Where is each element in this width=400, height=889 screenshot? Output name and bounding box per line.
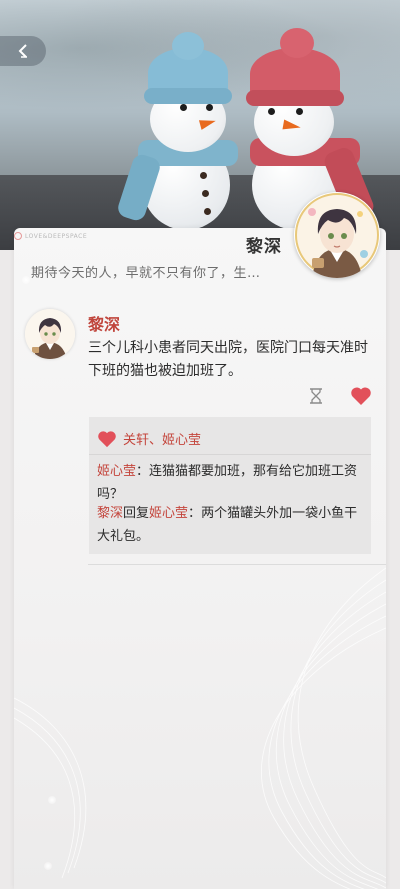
comment-username[interactable]: 姬心莹 xyxy=(97,464,136,479)
likers-divider xyxy=(89,454,371,455)
comment-separator: ： xyxy=(136,464,150,479)
profile-name: 黎深 xyxy=(246,237,282,257)
comment-item[interactable]: 黎深回复姬心莹：两个猫罐头外加一袋小鱼干大礼包。 xyxy=(97,502,367,548)
sparkle-decoration xyxy=(44,862,52,870)
brand-logo: LOVE&DEEPSPACE xyxy=(14,232,87,240)
likers-row: 关轩、姬心莹 xyxy=(97,429,201,448)
hourglass-icon[interactable] xyxy=(309,388,323,404)
post-author-name[interactable]: 黎深 xyxy=(88,311,120,335)
heart-icon xyxy=(351,387,371,405)
profile-signature: 期待今天的人，早就不只有你了，生… xyxy=(31,266,261,281)
heart-icon xyxy=(98,430,116,447)
brand-mark-icon xyxy=(14,232,22,240)
sparkle-decoration xyxy=(48,796,56,804)
comment-separator: ： xyxy=(188,506,202,521)
character-portrait-small xyxy=(25,309,75,359)
comment-username[interactable]: 黎深 xyxy=(97,506,123,521)
profile-avatar[interactable] xyxy=(294,192,380,278)
post-author-avatar[interactable] xyxy=(25,309,75,359)
back-button[interactable] xyxy=(0,36,46,66)
post-text: 三个儿科小患者同天出院，医院门口每天准时下班的猫也被迫加班了。 xyxy=(88,340,368,379)
character-portrait xyxy=(295,193,379,278)
blue-snowman xyxy=(115,30,250,230)
comment-item[interactable]: 姬心莹：连猫猫都要加班，那有给它加班工资吗？ xyxy=(97,460,367,506)
reply-label: 回复 xyxy=(123,506,150,521)
sparkle-decoration xyxy=(22,276,30,284)
brand-logo-text: LOVE&DEEPSPACE xyxy=(25,232,88,240)
likers-names[interactable]: 关轩、姬心莹 xyxy=(123,429,201,448)
post-divider xyxy=(88,564,386,565)
like-button[interactable] xyxy=(350,386,372,406)
chevron-left-icon xyxy=(18,44,27,58)
reply-to-username[interactable]: 姬心莹 xyxy=(149,506,188,521)
